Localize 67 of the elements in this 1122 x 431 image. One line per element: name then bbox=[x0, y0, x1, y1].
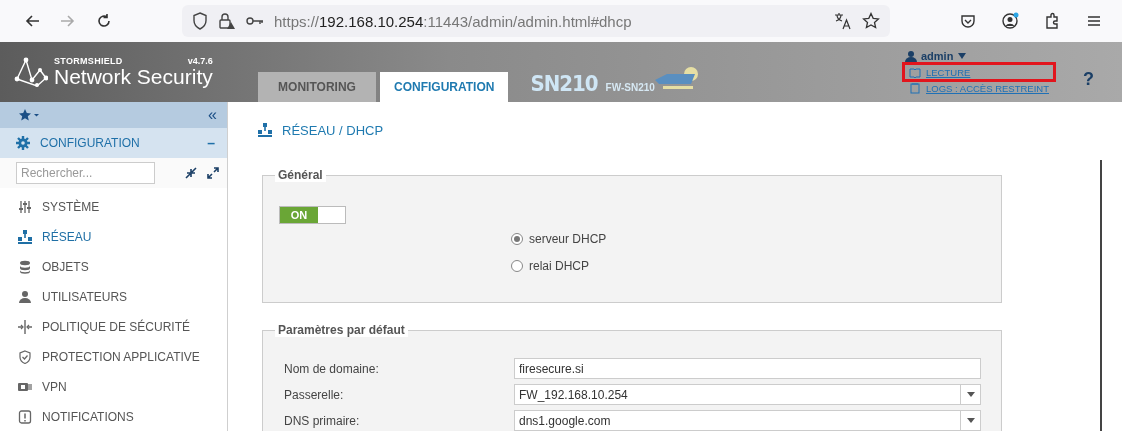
collapse-all-icon[interactable] bbox=[185, 167, 197, 179]
version-label: v4.7.6 bbox=[187, 56, 213, 66]
database-icon bbox=[18, 260, 32, 274]
sidebar-item[interactable]: PROTECTION APPLICATIVE bbox=[0, 342, 227, 372]
field-label: Passerelle: bbox=[284, 387, 345, 402]
nav-tab[interactable]: MONITORING bbox=[258, 72, 376, 102]
vpn-icon bbox=[18, 380, 32, 394]
search-field[interactable]: Rechercher... bbox=[16, 162, 155, 184]
panel-legend: Paramètres par défaut bbox=[275, 323, 408, 337]
sidebar-item[interactable]: VPN bbox=[0, 372, 227, 402]
back-icon[interactable] bbox=[24, 13, 40, 29]
alert-icon bbox=[18, 410, 32, 424]
user-icon bbox=[905, 50, 917, 62]
caret-icon bbox=[966, 392, 975, 397]
person-icon bbox=[18, 290, 32, 304]
key-icon bbox=[246, 15, 264, 27]
sidebar-item[interactable]: POLITIQUE DE SÉCURITÉ bbox=[0, 312, 227, 342]
dropdown-field[interactable]: FW_192.168.10.254 bbox=[514, 384, 981, 405]
expand-all-icon[interactable] bbox=[207, 167, 219, 179]
user-menu[interactable]: admin bbox=[905, 49, 1053, 63]
field-label: Nom de domaine: bbox=[284, 361, 380, 376]
model-name: SN210 bbox=[530, 71, 598, 96]
sidebar-item[interactable]: NOTIFICATIONS bbox=[0, 402, 227, 431]
account-icon[interactable] bbox=[1001, 12, 1019, 30]
arrows-icon bbox=[18, 320, 32, 334]
help-button[interactable]: ? bbox=[1083, 69, 1094, 90]
field-label: DNS primaire: bbox=[284, 413, 361, 428]
pocket-icon[interactable] bbox=[959, 12, 977, 30]
radio-option[interactable]: serveur DHCP bbox=[511, 232, 1001, 246]
nav-tab[interactable]: CONFIGURATION bbox=[380, 72, 509, 102]
product-name: Network Security bbox=[54, 66, 213, 88]
settings-icon bbox=[16, 136, 30, 150]
dropdown-field[interactable]: dns1.google.com bbox=[514, 410, 981, 431]
radio-option[interactable]: relai DHCP bbox=[511, 259, 1001, 273]
notepad-icon bbox=[909, 82, 921, 94]
input-field[interactable]: firesecure.si bbox=[514, 358, 981, 379]
sidebar-item[interactable]: OBJETS bbox=[0, 252, 227, 282]
section-title: CONFIGURATION bbox=[40, 136, 140, 150]
collapse-button[interactable]: « bbox=[208, 106, 217, 124]
sidebar-item[interactable]: SYSTÈME bbox=[0, 192, 227, 222]
device-name: FW-SN210 bbox=[605, 82, 655, 93]
logo-icon bbox=[14, 57, 48, 87]
radio-label: relai DHCP bbox=[529, 259, 589, 273]
translate-icon bbox=[834, 12, 852, 30]
network-icon bbox=[258, 123, 274, 137]
sliders-icon bbox=[18, 200, 32, 214]
shield-check-icon bbox=[18, 350, 32, 364]
scrollbar[interactable] bbox=[1100, 160, 1102, 431]
star-icon[interactable] bbox=[862, 12, 880, 30]
page-title: RÉSEAU / DHCP bbox=[282, 122, 384, 138]
reload-icon[interactable] bbox=[96, 13, 112, 29]
caret-icon bbox=[957, 52, 968, 60]
book-icon bbox=[909, 66, 921, 78]
sidebar-item[interactable]: UTILISATEURS bbox=[0, 282, 227, 312]
radio-button[interactable] bbox=[511, 233, 523, 245]
caret-icon bbox=[966, 418, 975, 423]
star-dropdown-icon[interactable] bbox=[18, 108, 40, 122]
shield-icon bbox=[192, 12, 208, 30]
lock-warning-icon bbox=[218, 12, 236, 30]
panel-legend: Général bbox=[275, 168, 326, 182]
brand-name: STORMSHIELD bbox=[54, 56, 123, 66]
sidebar-item[interactable]: RÉSEAU bbox=[0, 222, 227, 252]
radio-button[interactable] bbox=[511, 260, 523, 272]
network-icon bbox=[18, 230, 32, 244]
collapse-section-button[interactable]: – bbox=[207, 135, 215, 151]
radio-label: serveur DHCP bbox=[529, 232, 607, 246]
extensions-icon[interactable] bbox=[1043, 12, 1061, 30]
